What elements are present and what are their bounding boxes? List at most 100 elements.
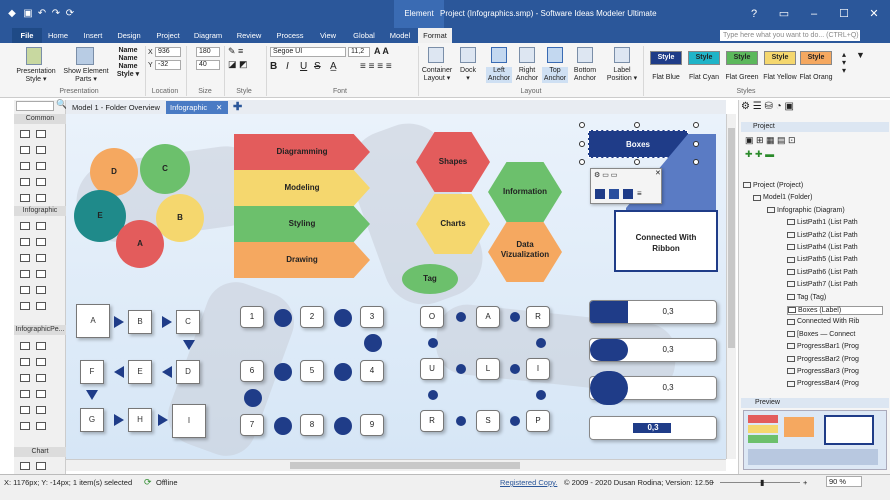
tab-process[interactable]: Process [272,28,308,43]
doc-tab-infographic[interactable]: Infographic ✕ [166,101,228,114]
letter-box-O[interactable]: O [420,306,444,328]
tool-icon[interactable] [20,462,30,470]
letter-box-S[interactable]: S [476,410,500,432]
registered-copy-link[interactable]: Registered Copy. [500,478,557,487]
flow-box-B[interactable]: B [128,310,152,334]
selection-handle[interactable] [693,122,699,128]
tree-item-8[interactable]: ListPath7 (List Path [787,281,858,288]
style-swatch-4[interactable]: Style [800,51,832,65]
color-swatch[interactable] [623,189,633,199]
strike-button[interactable]: S [314,62,321,72]
number-box-5[interactable]: 5 [300,360,324,382]
tool-icon[interactable] [20,342,30,350]
bold-button[interactable]: B [270,62,277,72]
tool-icon[interactable] [36,390,46,398]
style-swatch-3[interactable]: Style [764,51,796,65]
project-panel-header[interactable]: Project [741,122,889,132]
zoom-select[interactable]: 90 % [826,476,862,487]
container-layout-button[interactable]: Container Layout ▾ [420,67,454,83]
selection-handle[interactable] [579,141,585,147]
number-box-2[interactable]: 2 [300,306,324,328]
toolbox-section-common[interactable]: Common [14,114,66,124]
hexagon-1[interactable]: Information [488,162,562,222]
letter-box-U[interactable]: U [420,358,444,380]
tool-icon[interactable] [36,162,46,170]
tree-item-4[interactable]: ListPath2 (List Path [787,232,858,239]
number-box-9[interactable]: 9 [360,414,384,436]
tool-icon[interactable] [20,422,30,430]
tree-item-0[interactable]: Project (Project) [743,182,803,189]
tool-icon[interactable] [36,286,46,294]
color-swatch[interactable] [609,189,619,199]
presentation-style-button[interactable]: Presentation Style ▾ [14,68,58,84]
flow-box-I[interactable]: I [172,404,206,438]
scroll-thumb[interactable] [728,128,735,348]
tree-item-7[interactable]: ListPath6 (List Path [787,269,858,276]
number-box-6[interactable]: 6 [240,360,264,382]
left-anchor-button[interactable]: Left Anchor [486,67,512,83]
progress-bar-2[interactable]: 0,3 [589,338,717,362]
tab-home[interactable]: Home [44,28,72,43]
zoom-in-icon[interactable]: + [803,478,807,487]
number-box-7[interactable]: 7 [240,414,264,436]
tool-icon[interactable] [20,238,30,246]
tree-item-10[interactable]: Boxes (Label) [787,306,883,315]
diagram-canvas[interactable]: DCEBA Diagramming Modeling Styling Drawing … [66,114,726,459]
circle-A[interactable]: A [116,220,164,268]
tool-icon[interactable] [20,358,30,366]
tree-item-12[interactable]: [Boxes — Connect [787,331,855,338]
doc-tab-folder-overview[interactable]: Model 1 - Folder Overview [68,101,164,114]
tab-global[interactable]: Global [348,28,380,43]
letter-box-R[interactable]: R [420,410,444,432]
zoom-out-icon[interactable]: − [710,478,714,487]
dock-button[interactable]: Dock ▾ [456,67,480,83]
tool-icon[interactable] [36,254,46,262]
panel-toolbar-icons[interactable]: ⚙ ☰ ⛁ ◔ ▣ [741,102,794,112]
tag-shape[interactable]: Tag [402,264,458,294]
bottom-anchor-button[interactable]: Bottom Anchor [570,67,600,83]
minimize-button[interactable]: – [800,6,828,22]
tree-item-14[interactable]: ProgressBar2 (Prog [787,356,859,363]
letter-box-L[interactable]: L [476,358,500,380]
line-style-icon[interactable]: ✎ ≡ [228,47,243,56]
tool-icon[interactable] [36,358,46,366]
circle-C[interactable]: C [140,144,190,194]
tool-icon[interactable] [36,270,46,278]
circle-B[interactable]: B [156,194,204,242]
style-swatch-1[interactable]: Style [688,51,720,65]
style-swatch-0[interactable]: Style [650,51,682,65]
number-box-1[interactable]: 1 [240,306,264,328]
tool-icon[interactable] [36,302,46,310]
tool-icon[interactable] [36,146,46,154]
hexagon-3[interactable]: Data Vizualization [488,222,562,282]
text-color-icon[interactable]: A̲ [330,62,337,72]
lines-icon[interactable]: ≡ [637,189,642,198]
tab-model[interactable]: Model [386,28,414,43]
add-tab-icon[interactable]: ✚ [229,101,242,114]
tree-item-3[interactable]: ListPath1 (List Path [787,219,858,226]
tool-icon[interactable] [36,194,46,202]
toolbox-section-infographic-pe[interactable]: InfographicPe... [14,325,66,335]
flow-box-G[interactable]: G [80,408,104,432]
name-style-button[interactable]: Name Name Name Style ▾ [112,47,144,79]
tool-icon[interactable] [36,462,46,470]
flag-2[interactable]: Styling [234,206,370,242]
tree-item-1[interactable]: Model1 (Folder) [753,194,812,201]
toolbox-section-chart[interactable]: Chart [14,447,66,457]
number-box-3[interactable]: 3 [360,306,384,328]
tab-file[interactable]: File [12,28,42,43]
flow-box-H[interactable]: H [128,408,152,432]
selection-handle[interactable] [693,159,699,165]
toolbox-section-infographic[interactable]: Infographic [14,206,66,216]
flow-box-D[interactable]: D [176,360,200,384]
selection-handle[interactable] [634,159,640,165]
tool-icon[interactable] [36,222,46,230]
toolbox-search-input[interactable] [16,101,54,111]
font-grow-icon[interactable]: A A [374,47,389,56]
letter-box-A[interactable]: A [476,306,500,328]
tree-item-11[interactable]: Connected With Rib [787,318,859,325]
flow-box-F[interactable]: F [80,360,104,384]
right-anchor-button[interactable]: Right Anchor [514,67,540,83]
tool-icon[interactable] [20,374,30,382]
tool-icon[interactable] [20,146,30,154]
